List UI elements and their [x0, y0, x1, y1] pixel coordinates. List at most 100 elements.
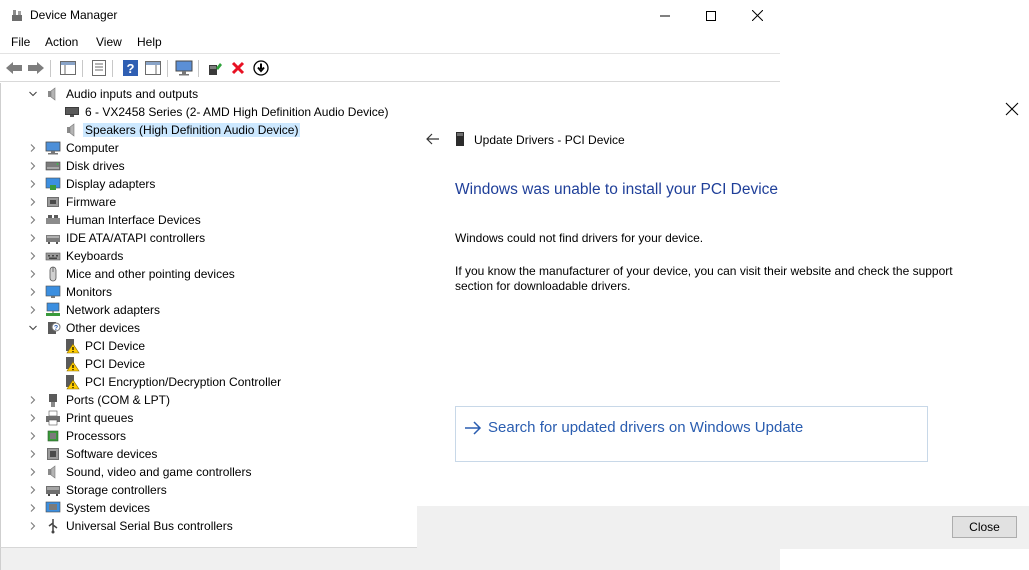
dialog-title: Update Drivers - PCI Device — [474, 133, 625, 147]
tree-item-human-interface-devices[interactable]: Human Interface Devices — [1, 211, 421, 229]
update-driver-button[interactable] — [205, 58, 225, 78]
tree-item-label: IDE ATA/ATAPI controllers — [66, 231, 206, 245]
tree-item-keyboards[interactable]: Keyboards — [1, 247, 421, 265]
tree-item-system-devices[interactable]: System devices — [1, 499, 421, 517]
disable-device-button[interactable] — [251, 58, 271, 78]
tree-item-pci-device-2[interactable]: PCI Device — [1, 355, 421, 373]
back-button[interactable] — [4, 58, 24, 78]
menu-file[interactable]: File — [11, 35, 30, 49]
tree-item-label: Display adapters — [66, 177, 156, 191]
dialog-close-icon[interactable] — [1003, 100, 1021, 118]
menu-action[interactable]: Action — [45, 35, 78, 49]
chevron-right-icon[interactable] — [28, 287, 38, 297]
tree-item-label: Network adapters — [66, 303, 161, 317]
tree-item-audio-device-speakers[interactable]: Speakers (High Definition Audio Device) — [1, 121, 421, 139]
tree-item-audio-device-vx2458[interactable]: 6 - VX2458 Series (2- AMD High Definitio… — [1, 103, 421, 121]
dialog-message: Windows could not find drivers for your … — [455, 231, 704, 245]
scan-hardware-button[interactable] — [174, 58, 194, 78]
chevron-down-icon[interactable] — [28, 323, 38, 333]
chevron-right-icon[interactable] — [28, 413, 38, 423]
tree-item-ide-controllers[interactable]: IDE ATA/ATAPI controllers — [1, 229, 421, 247]
properties-button[interactable] — [89, 58, 109, 78]
uninstall-device-button[interactable] — [228, 58, 248, 78]
tree-item-firmware[interactable]: Firmware — [1, 193, 421, 211]
show-hide-console-tree-button[interactable] — [58, 58, 78, 78]
maximize-button[interactable] — [688, 0, 734, 31]
tree-item-software-devices[interactable]: Software devices — [1, 445, 421, 463]
chevron-right-icon[interactable] — [28, 269, 38, 279]
firmware-icon — [47, 197, 59, 207]
chevron-right-icon[interactable] — [28, 215, 38, 225]
close-button[interactable]: Close — [952, 516, 1017, 538]
tree-item-usb-controllers[interactable]: Universal Serial Bus controllers — [1, 517, 421, 535]
chevron-right-icon[interactable] — [28, 161, 38, 171]
help-button[interactable]: ? — [120, 58, 140, 78]
tree-item-mice[interactable]: Mice and other pointing devices — [1, 265, 421, 283]
chevron-down-icon[interactable] — [28, 89, 38, 99]
tree-item-label: Keyboards — [66, 249, 124, 263]
tree-item-processors[interactable]: Processors — [1, 427, 421, 445]
tree-item-label: Software devices — [66, 447, 158, 461]
toolbar: ? — [0, 53, 780, 82]
chevron-right-icon[interactable] — [28, 305, 38, 315]
menu-help[interactable]: Help — [137, 35, 162, 49]
chevron-right-icon[interactable] — [28, 485, 38, 495]
tree-item-label: Computer — [66, 141, 119, 155]
keyboard-icon — [45, 252, 61, 261]
toolbar-separator — [112, 60, 113, 77]
usb-icon — [48, 519, 58, 534]
minimize-icon — [660, 15, 670, 16]
warning-device-icon — [66, 357, 80, 372]
chevron-right-icon[interactable] — [28, 521, 38, 531]
display-adapter-icon — [45, 177, 61, 190]
hid-icon — [46, 215, 60, 224]
chevron-right-icon[interactable] — [28, 233, 38, 243]
svg-text:?: ? — [126, 61, 134, 76]
unknown-device-icon: ? — [48, 322, 61, 334]
tree-item-audio-inputs-outputs[interactable]: Audio inputs and outputs — [1, 85, 421, 103]
back-arrow-icon[interactable] — [425, 132, 441, 146]
dialog-message-manufacturer: If you know the manufacturer of your dev… — [455, 264, 953, 293]
chevron-right-icon[interactable] — [28, 197, 38, 207]
forward-button[interactable] — [26, 58, 46, 78]
monitor-dark-icon — [65, 107, 79, 117]
warning-device-icon — [66, 339, 80, 354]
chevron-right-icon[interactable] — [28, 431, 38, 441]
tree-item-label: PCI Device — [85, 357, 146, 371]
menu-view[interactable]: View — [96, 35, 122, 49]
title-bar: Device Manager — [0, 0, 780, 31]
mouse-icon — [49, 266, 57, 282]
tree-item-storage-controllers[interactable]: Storage controllers — [1, 481, 421, 499]
close-window-button[interactable] — [734, 0, 780, 31]
chevron-right-icon[interactable] — [28, 449, 38, 459]
disk-drive-icon — [45, 161, 61, 171]
chevron-right-icon[interactable] — [28, 503, 38, 513]
search-windows-update-option[interactable]: Search for updated drivers on Windows Up… — [455, 406, 928, 462]
scan-hardware-icon — [175, 60, 193, 76]
chevron-right-icon[interactable] — [28, 179, 38, 189]
tree-item-disk-drives[interactable]: Disk drives — [1, 157, 421, 175]
action-pane-button[interactable] — [143, 58, 163, 78]
processor-icon — [47, 430, 59, 442]
tree-item-network-adapters[interactable]: Network adapters — [1, 301, 421, 319]
tree-item-pci-device-1[interactable]: PCI Device — [1, 337, 421, 355]
tree-item-label: Ports (COM & LPT) — [66, 393, 171, 407]
tree-item-other-devices[interactable]: ? Other devices — [1, 319, 421, 337]
chevron-right-icon[interactable] — [28, 395, 38, 405]
forward-arrow-icon — [28, 62, 44, 74]
chevron-right-icon[interactable] — [28, 467, 38, 477]
tree-item-ports[interactable]: Ports (COM & LPT) — [1, 391, 421, 409]
tree-item-computer[interactable]: Computer — [1, 139, 421, 157]
system-device-icon — [45, 501, 61, 513]
tree-item-pci-encryption-controller[interactable]: PCI Encryption/Decryption Controller — [1, 373, 421, 391]
tree-item-display-adapters[interactable]: Display adapters — [1, 175, 421, 193]
tree-item-sound-video-game[interactable]: Sound, video and game controllers — [1, 463, 421, 481]
printer-icon — [46, 410, 60, 426]
dialog-heading: Windows was unable to install your PCI D… — [455, 181, 779, 198]
tree-item-label: 6 - VX2458 Series (2- AMD High Definitio… — [85, 105, 389, 119]
minimize-button[interactable] — [642, 0, 688, 31]
tree-item-monitors[interactable]: Monitors — [1, 283, 421, 301]
chevron-right-icon[interactable] — [28, 251, 38, 261]
chevron-right-icon[interactable] — [28, 143, 38, 153]
tree-item-print-queues[interactable]: Print queues — [1, 409, 421, 427]
